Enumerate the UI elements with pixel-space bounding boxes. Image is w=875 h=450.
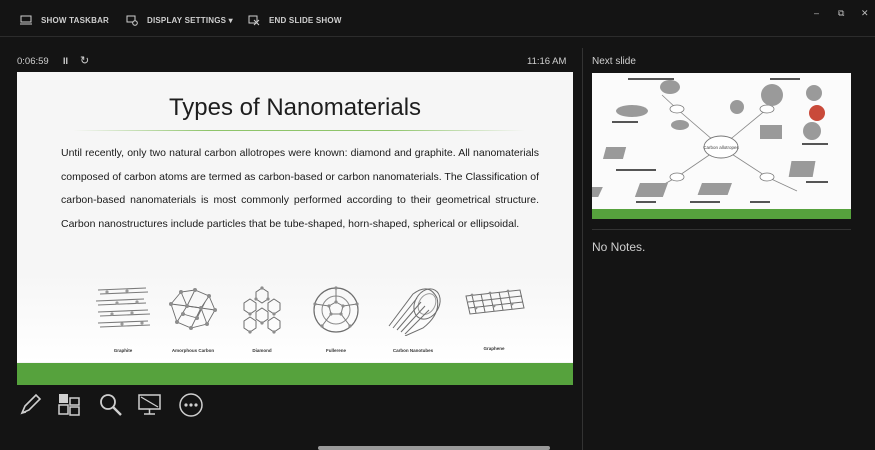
screen-icon: [138, 394, 161, 415]
fullerene-image: [313, 286, 359, 333]
slide-body-text: Until recently, only two natural carbon …: [61, 147, 539, 230]
elapsed-timer: 0:06:59: [17, 56, 49, 67]
end-slideshow-icon: [248, 15, 260, 26]
notes-divider: [592, 229, 851, 230]
next-slide-label: Next slide: [592, 56, 636, 67]
zoom-button[interactable]: [98, 392, 124, 418]
pen-tool-button[interactable]: [17, 392, 43, 418]
all-slides-icon: [58, 394, 80, 416]
show-taskbar-label: SHOW TASKBAR: [41, 15, 110, 25]
carbon-nanotube-image: [388, 288, 441, 336]
carbon-nanotubes-figure: Carbon Nanotubes: [368, 284, 458, 353]
display-settings-label: DISPLAY SETTINGS ▾: [147, 16, 233, 25]
horizontal-scrollbar[interactable]: [318, 446, 550, 450]
next-slide-thumbnail[interactable]: Carbon allotropes: [592, 73, 851, 219]
amorphous-carbon-image: [169, 288, 217, 330]
pane-divider[interactable]: [582, 48, 583, 450]
current-slide[interactable]: Types of Nanomaterials Until recently, o…: [17, 72, 573, 385]
graphene-image: [465, 289, 525, 315]
graphite-image: [95, 287, 151, 328]
speaker-notes[interactable]: No Notes.: [592, 240, 645, 254]
restart-timer-button[interactable]: ↻: [80, 54, 89, 67]
pen-icon: [20, 393, 42, 415]
show-taskbar-button[interactable]: SHOW TASKBAR: [20, 15, 109, 25]
end-slide-show-button[interactable]: END SLIDE SHOW: [248, 15, 342, 26]
figure-caption: Graphene: [483, 346, 505, 351]
presenter-tools: [17, 392, 217, 420]
figure-caption: Carbon Nanotubes: [392, 348, 434, 353]
slide-accent-bar: [17, 363, 573, 385]
more-options-icon: [179, 393, 203, 417]
display-settings-button[interactable]: DISPLAY SETTINGS ▾: [126, 15, 233, 26]
restore-button[interactable]: ⧉: [838, 8, 844, 19]
diamond-image: [243, 286, 281, 334]
display-settings-icon: [126, 15, 138, 26]
black-screen-button[interactable]: [137, 392, 163, 418]
zoom-icon: [100, 394, 122, 416]
more-options-button[interactable]: [178, 392, 204, 418]
end-slide-show-label: END SLIDE SHOW: [269, 16, 342, 25]
pause-timer-button[interactable]: II: [63, 56, 68, 66]
carbon-allotropes-diagram: Carbon allotropes: [592, 78, 828, 203]
title-underline: [73, 130, 525, 131]
current-time: 11:16 AM: [527, 56, 567, 67]
taskbar-icon: [20, 15, 32, 25]
graphene-figure: Graphene: [449, 284, 539, 351]
nanomaterials-figure-row: Graphite Amorphous Carbon Diamond Fuller…: [17, 284, 573, 364]
diagram-center-label: Carbon allotropes: [703, 145, 739, 150]
next-slide-accent-bar: [592, 209, 851, 219]
toolbar-divider: [0, 36, 875, 37]
see-all-slides-button[interactable]: [57, 392, 83, 418]
minimize-button[interactable]: –: [814, 8, 819, 18]
slide-title: Types of Nanomaterials: [168, 94, 422, 121]
close-button[interactable]: ✕: [861, 8, 869, 19]
presenter-toolbar: SHOW TASKBAR DISPLAY SETTINGS ▾ END SLID…: [0, 0, 875, 40]
